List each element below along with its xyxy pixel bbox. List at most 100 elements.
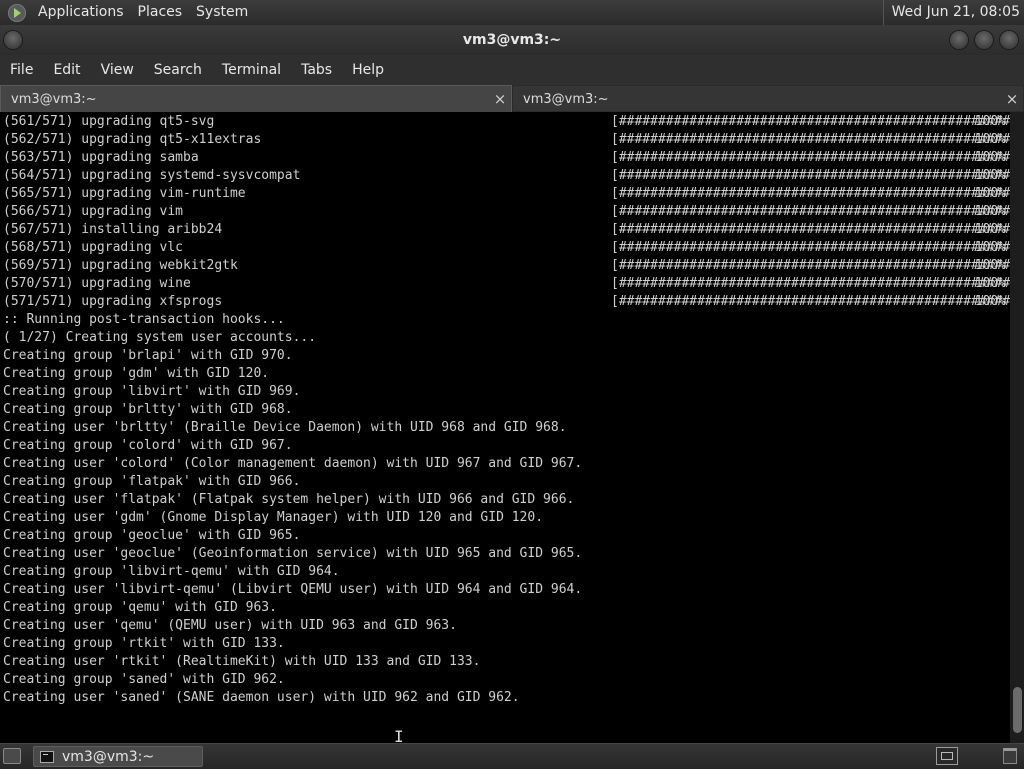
minimize-button[interactable] xyxy=(950,31,968,49)
menu-file[interactable]: File xyxy=(0,55,43,85)
terminal-line: Creating group 'gdm' with GID 120. xyxy=(3,366,270,381)
terminal-line: Creating group 'libvirt-qemu' with GID 9… xyxy=(3,564,340,579)
scrollbar-thumb[interactable] xyxy=(1013,687,1022,733)
progress-bar: [#######################################… xyxy=(611,294,1024,309)
progress-bar: [#######################################… xyxy=(611,204,1024,219)
progress-percent: 100% xyxy=(974,294,1006,309)
terminal-line: Creating user 'brltty' (Braille Device D… xyxy=(3,420,567,435)
workspace-switcher-icon[interactable] xyxy=(936,747,958,765)
terminal-line: Creating group 'qemu' with GID 963. xyxy=(3,600,277,615)
terminal-scrollbar[interactable] xyxy=(1010,112,1024,743)
progress-line: (564/571) upgrading systemd-sysvcompat [#… xyxy=(3,167,1024,185)
terminal-line: Creating group 'rtkit' with GID 133. xyxy=(3,636,285,651)
menu-view[interactable]: View xyxy=(91,55,144,85)
distro-logo-icon[interactable] xyxy=(8,3,26,22)
progress-line: (561/571) upgrading qt5-svg [############… xyxy=(3,113,1024,131)
tab-1[interactable]: vm3@vm3:~ × xyxy=(0,85,512,112)
progress-percent: 100% xyxy=(974,150,1006,165)
trash-icon[interactable] xyxy=(1003,748,1017,764)
window-titlebar[interactable]: vm3@vm3:~ xyxy=(0,25,1024,55)
menu-search[interactable]: Search xyxy=(144,55,212,85)
progress-percent: 100% xyxy=(974,168,1006,183)
progress-percent: 100% xyxy=(974,204,1006,219)
menu-tabs[interactable]: Tabs xyxy=(291,55,342,85)
progress-line: (570/571) upgrading wine [###############… xyxy=(3,275,1024,293)
progress-text: (566/571) upgrading vim xyxy=(3,204,184,219)
progress-text: (561/571) upgrading qt5-svg xyxy=(3,114,215,129)
system-menu[interactable]: System xyxy=(190,0,256,25)
top-panel: Applications Places System Wed Jun 21, 0… xyxy=(0,0,1024,26)
progress-percent: 100% xyxy=(974,240,1006,255)
menubar: File Edit View Search Terminal Tabs Help xyxy=(0,55,1024,85)
terminal-line: ( 1/27) Creating system user accounts... xyxy=(3,330,317,345)
progress-bar: [#######################################… xyxy=(611,186,1024,201)
progress-bar: [#######################################… xyxy=(611,150,1024,165)
terminal-icon xyxy=(40,750,54,763)
menu-terminal[interactable]: Terminal xyxy=(212,55,291,85)
bottom-panel: vm3@vm3:~ xyxy=(0,743,1024,769)
progress-percent: 100% xyxy=(974,132,1006,147)
progress-line: (566/571) upgrading vim [################… xyxy=(3,203,1024,221)
terminal-line: Creating user 'saned' (SANE daemon user)… xyxy=(3,690,520,705)
menu-edit[interactable]: Edit xyxy=(43,55,90,85)
progress-text: (571/571) upgrading xfsprogs xyxy=(3,294,223,309)
progress-line: (562/571) upgrading qt5-x11extras [######… xyxy=(3,131,1024,149)
terminal-line: Creating group 'colord' with GID 967. xyxy=(3,438,293,453)
progress-text: (563/571) upgrading samba xyxy=(3,150,199,165)
terminal-line: Creating user 'geoclue' (Geoinformation … xyxy=(3,546,583,561)
progress-line: (567/571) installing aribb24 [###########… xyxy=(3,221,1024,239)
progress-text: (569/571) upgrading webkit2gtk xyxy=(3,258,238,273)
progress-percent: 100% xyxy=(974,222,1006,237)
progress-text: (570/571) upgrading wine xyxy=(3,276,191,291)
progress-line: (569/571) upgrading webkit2gtk [#########… xyxy=(3,257,1024,275)
progress-text: (564/571) upgrading systemd-sysvcompat xyxy=(3,168,301,183)
progress-bar: [#######################################… xyxy=(611,114,1024,129)
terminal-line: Creating group 'libvirt' with GID 969. xyxy=(3,384,301,399)
progress-text: (567/571) installing aribb24 xyxy=(3,222,223,237)
applications-menu[interactable]: Applications xyxy=(32,0,132,25)
tab-close-icon[interactable]: × xyxy=(493,86,507,113)
taskbar-window-label: vm3@vm3:~ xyxy=(62,748,155,765)
progress-line: (565/571) upgrading vim-runtime [########… xyxy=(3,185,1024,203)
terminal-line: Creating group 'saned' with GID 962. xyxy=(3,672,285,687)
window-title: vm3@vm3:~ xyxy=(462,32,562,48)
terminal-line: Creating group 'brlapi' with GID 970. xyxy=(3,348,293,363)
panel-menus: Applications Places System xyxy=(0,0,256,25)
panel-clock[interactable]: Wed Jun 21, 08:05 xyxy=(882,0,1020,25)
terminal-line: Creating group 'brltty' with GID 968. xyxy=(3,402,293,417)
terminal-line: Creating user 'colord' (Color management… xyxy=(3,456,583,471)
progress-percent: 100% xyxy=(974,186,1006,201)
progress-bar: [#######################################… xyxy=(611,240,1024,255)
close-window-button[interactable] xyxy=(1000,31,1018,49)
progress-bar: [#######################################… xyxy=(611,276,1024,291)
progress-text: (565/571) upgrading vim-runtime xyxy=(3,186,246,201)
tab-bar: vm3@vm3:~ × vm3@vm3:~ × xyxy=(0,85,1024,112)
progress-percent: 100% xyxy=(974,114,1006,129)
progress-line: (568/571) upgrading vlc [################… xyxy=(3,239,1024,257)
places-menu[interactable]: Places xyxy=(132,0,191,25)
terminal-line: :: Running post-transaction hooks... xyxy=(3,312,285,327)
progress-bar: [#######################################… xyxy=(611,222,1024,237)
terminal-line: Creating user 'rtkit' (RealtimeKit) with… xyxy=(3,654,481,669)
progress-bar: [#######################################… xyxy=(611,258,1024,273)
show-desktop-icon[interactable] xyxy=(3,748,21,764)
terminal-line: Creating user 'flatpak' (Flatpak system … xyxy=(3,492,575,507)
taskbar-window-button[interactable]: vm3@vm3:~ xyxy=(33,746,203,767)
terminal-line: Creating user 'libvirt-qemu' (Libvirt QE… xyxy=(3,582,583,597)
progress-text: (562/571) upgrading qt5-x11extras xyxy=(3,132,262,147)
progress-bar: [#######################################… xyxy=(611,168,1024,183)
terminal-line: Creating user 'gdm' (Gnome Display Manag… xyxy=(3,510,544,525)
terminal-line: Creating user 'qemu' (QEMU user) with UI… xyxy=(3,618,457,633)
tab-close-icon[interactable]: × xyxy=(1005,86,1019,113)
terminal-output[interactable]: (561/571) upgrading qt5-svg [############… xyxy=(0,112,1024,746)
progress-percent: 100% xyxy=(974,276,1006,291)
terminal-line: Creating group 'geoclue' with GID 965. xyxy=(3,528,301,543)
progress-percent: 100% xyxy=(974,258,1006,273)
tab-2[interactable]: vm3@vm3:~ × xyxy=(512,85,1024,112)
progress-text: (568/571) upgrading vlc xyxy=(3,240,184,255)
terminal-line: Creating group 'flatpak' with GID 966. xyxy=(3,474,301,489)
tab-label: vm3@vm3:~ xyxy=(523,92,609,107)
maximize-button[interactable] xyxy=(975,31,993,49)
tab-label: vm3@vm3:~ xyxy=(11,92,97,107)
menu-help[interactable]: Help xyxy=(342,55,394,85)
